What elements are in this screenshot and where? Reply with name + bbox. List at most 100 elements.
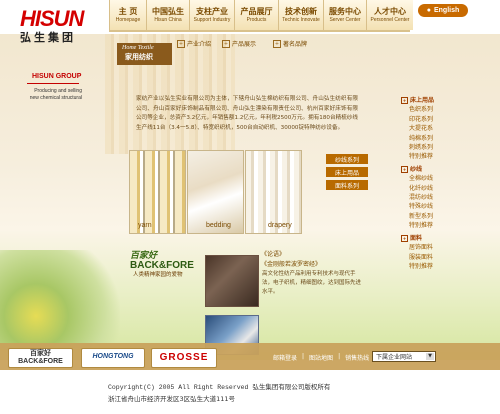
brand-hongtong-text: HONGTONG	[92, 353, 134, 360]
sidebar-item[interactable]: 特别推荐	[401, 262, 481, 271]
sidebar-item[interactable]: 刺绣系列	[401, 143, 481, 152]
plus-icon: +	[177, 39, 185, 48]
brand-backfore-cn: 百家好	[30, 350, 51, 357]
nav-personnel-center[interactable]: 人才中心 Personnel Center	[366, 0, 413, 30]
nav-homepage[interactable]: 主 页 Homepage	[109, 0, 146, 30]
plus-icon: +	[273, 39, 281, 48]
sidebar-item[interactable]: 特别推荐	[401, 152, 481, 161]
nav-label: 技术创新	[285, 6, 317, 16]
nav-products[interactable]: 产品展厅 Products	[234, 0, 278, 30]
main-nav: 主 页 Homepage 中国弘生 Hisun China 支柱产业 Suppo…	[109, 0, 413, 30]
brand-grosse-link[interactable]: GROSSE	[151, 348, 217, 368]
yarn-series-button[interactable]: 纱线系列	[326, 154, 368, 164]
nav-label: 主 页	[118, 6, 138, 16]
nav-sublabel: Technic Innovate	[282, 16, 320, 23]
sidebar-item[interactable]: 居饰面料	[401, 243, 481, 252]
link-separator: |	[302, 353, 305, 360]
sidebar-item[interactable]: 印花系列	[401, 115, 481, 124]
book-title-analects[interactable]: 《论语》	[261, 249, 285, 258]
sidebar-item[interactable]: 混纺纱线	[401, 193, 481, 202]
sidebar-item[interactable]: 全棉纱线	[401, 174, 481, 183]
sidebar-head-fabric[interactable]: + 面料	[401, 234, 481, 243]
logo-mark: HISUN	[20, 6, 84, 31]
sidebar-item[interactable]: 服装面料	[401, 253, 481, 262]
brand-backfore-en: BACK&FORE	[18, 358, 63, 365]
nav-sublabel: Hisun China	[154, 16, 182, 23]
home-textile-badge: Home Textile 家用纺织	[117, 43, 172, 65]
sidebar-item[interactable]: 纯棉系列	[401, 134, 481, 143]
brand-backfore-text: 百家好 BACK&FORE	[9, 350, 72, 366]
link-site-map[interactable]: 图站地图	[309, 353, 333, 362]
plus-icon: +	[222, 39, 230, 48]
nav-support-industry[interactable]: 支柱产业 Support Industry	[189, 0, 234, 30]
fabric-series-button[interactable]: 面料系列	[326, 180, 368, 190]
product-drapery-image[interactable]: drapery	[245, 150, 302, 234]
book-description: 高文化性纺产品利用专利技术与现代手法，电子织机，精细图纹，达到国际先进水平。	[262, 271, 362, 295]
product-bedding-image[interactable]: bedding	[187, 150, 244, 234]
tab-label: 产品展示	[232, 41, 257, 48]
group-subtitle-line: Producing and selling	[34, 88, 82, 94]
tab-famous-brands[interactable]: + 著名品牌	[273, 39, 307, 48]
link-separator: |	[338, 353, 341, 360]
nav-sublabel: Homepage	[115, 16, 141, 23]
sidebar-item[interactable]: 特殊纱线	[401, 202, 481, 211]
sidebar-head-yarn[interactable]: + 纱线	[401, 165, 481, 174]
product-label: bedding	[206, 222, 231, 229]
book-cover-image[interactable]	[205, 255, 259, 307]
backfore-tagline: 人类精神家园的爱物	[133, 272, 183, 278]
nav-sublabel: Products	[246, 16, 267, 23]
sidebar-head-bedding[interactable]: + 床上用品	[401, 96, 481, 105]
tab-industry-intro[interactable]: + 产业介绍	[177, 39, 211, 48]
chevron-down-icon: ▼	[426, 353, 434, 360]
select-value: 下属企业网站	[376, 354, 413, 361]
tab-label: 著名品牌	[283, 41, 308, 48]
nav-label: 支柱产业	[196, 6, 228, 16]
tab-label: 产业介绍	[187, 41, 212, 48]
nav-sublabel: Personnel Center	[370, 16, 410, 23]
sidebar-item[interactable]: 色织系列	[401, 105, 481, 114]
brand-hongtong-link[interactable]: HONGTONG	[81, 348, 145, 368]
footer-links: 邮箱登录 | 图站地图 | 销售热线	[273, 353, 369, 362]
plus-icon: +	[401, 97, 408, 104]
logo-chinese-name: 弘生集团	[20, 32, 76, 44]
nav-technic-innovate[interactable]: 技术创新 Technic Innovate	[278, 0, 323, 30]
bedding-series-button[interactable]: 床上用品	[326, 167, 368, 177]
backfore-logo[interactable]: 百家好 BACK&FORE	[130, 248, 194, 271]
subsidiary-select[interactable]: 下属企业网站 ▼	[372, 351, 436, 362]
globe-icon: ●	[426, 7, 431, 14]
brand-grosse-text: GROSSE	[159, 352, 209, 363]
plus-icon: +	[401, 165, 408, 173]
group-subtitle-line: new chemical structural	[29, 95, 82, 101]
product-yarn-image[interactable]: yarn	[129, 150, 186, 234]
nav-label: 产品展厅	[240, 6, 273, 16]
product-label: drapery	[268, 222, 292, 229]
group-title: HISUN GROUP	[32, 73, 82, 80]
english-button[interactable]: ● English	[418, 4, 468, 17]
nav-server-center[interactable]: 服务中心 Server Center	[323, 0, 366, 30]
intro-paragraph: 家纺产业以弘生实业有限公司为主体，下辖舟山弘生棉纺织有限公司、舟山弘生纺织有限公…	[136, 96, 358, 131]
copyright-text: Copyright(C) 2005 All Right Reserved 弘生集…	[108, 384, 331, 391]
sidebar-head-label: 床上用品	[410, 97, 435, 104]
link-sales-hotline[interactable]: 销售热线	[345, 353, 369, 362]
product-label: yarn	[138, 222, 152, 229]
nav-sublabel: Support Industry	[193, 16, 231, 23]
book-title-diamond-sutra[interactable]: 《金刚般若波罗密经》	[261, 259, 321, 268]
sidebar-item[interactable]: 特别推荐	[401, 221, 481, 230]
group-divider	[27, 83, 79, 84]
nav-label: 人才中心	[374, 6, 406, 16]
plus-icon: +	[401, 234, 408, 242]
group-subtitle: Producing and selling new chemical struc…	[20, 88, 82, 102]
sidebar-item[interactable]: 大提花系	[401, 124, 481, 133]
nav-label: 中国弘生	[152, 6, 184, 16]
badge-chinese: 家用纺织	[125, 53, 153, 61]
tab-product-display[interactable]: + 产品展示	[222, 39, 256, 48]
hisun-logo[interactable]: HISUN 弘生集团	[20, 8, 90, 45]
sidebar-item[interactable]: 化纤纱线	[401, 184, 481, 193]
address-text: 浙江省舟山市经济开发区3区弘生大道111号	[108, 395, 236, 403]
sidebar-head-label: 纱线	[410, 165, 423, 173]
nav-hisun-china[interactable]: 中国弘生 Hisun China	[146, 0, 189, 30]
badge-english: Home Textile	[122, 45, 154, 51]
link-mail-login[interactable]: 邮箱登录	[273, 353, 297, 362]
sidebar-item[interactable]: 新型系列	[401, 212, 481, 221]
brand-backfore-link[interactable]: 百家好 BACK&FORE	[8, 348, 73, 368]
